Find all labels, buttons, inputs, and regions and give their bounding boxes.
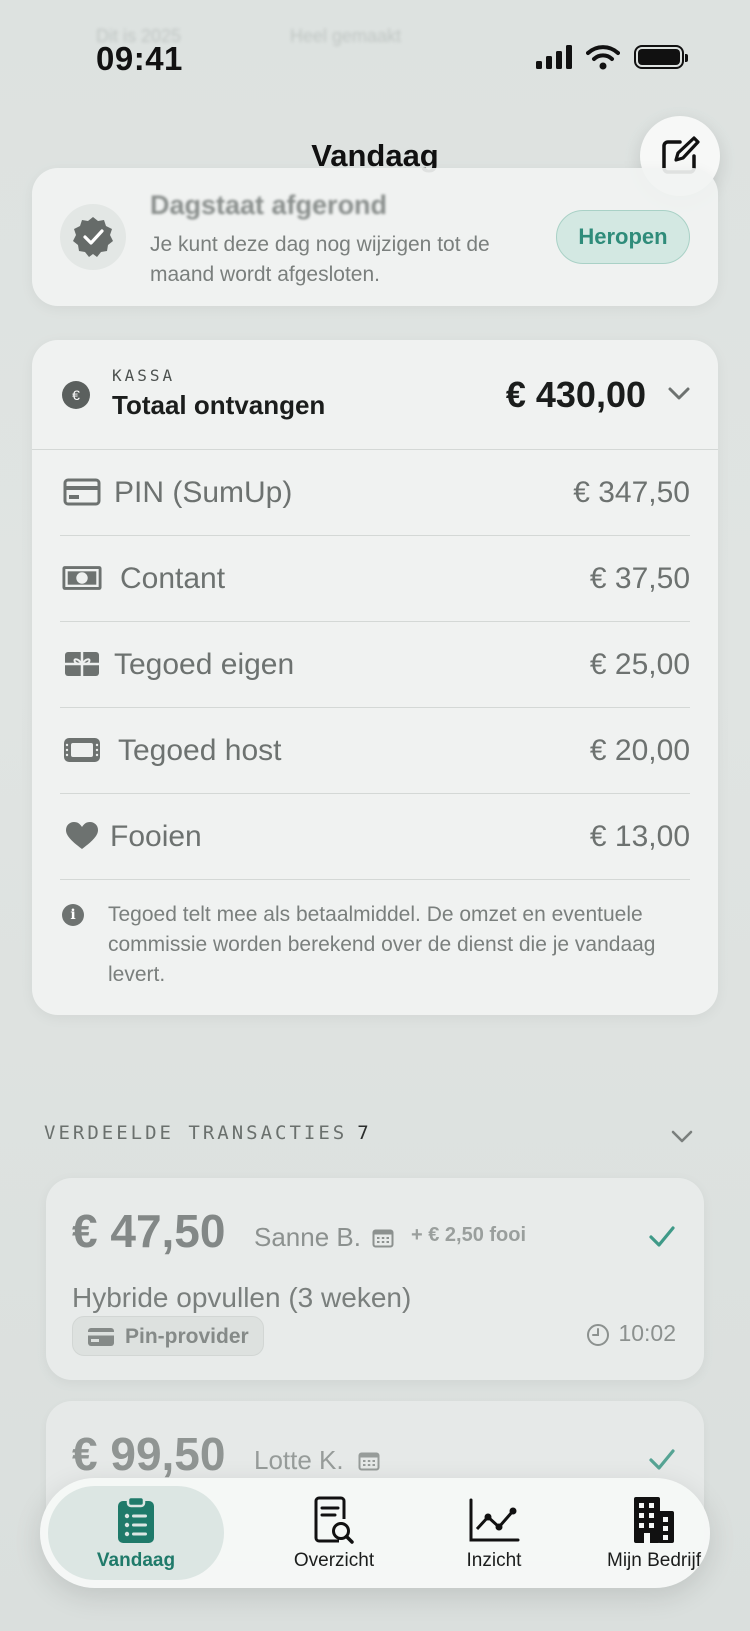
- calendar-icon: [358, 1452, 380, 1471]
- cash-note-text: Tegoed telt mee als betaalmiddel. De omz…: [108, 903, 656, 986]
- chevron-down-icon[interactable]: [670, 1124, 694, 1148]
- info-icon: i: [62, 904, 84, 926]
- status-bar: Dit is 2025 Heel gemaakt 09:41: [0, 0, 750, 110]
- cash-header[interactable]: € KASSA Totaal ontvangen € 430,00: [32, 340, 718, 450]
- payment-label: Contant: [120, 562, 226, 595]
- cash-label: Totaal ontvangen: [112, 390, 326, 420]
- gift-card-icon: [62, 648, 102, 680]
- transactions-heading[interactable]: VERDEELDE TRANSACTIES 7: [44, 1122, 372, 1144]
- wifi-icon: [586, 45, 620, 70]
- payment-amount: € 20,00: [589, 734, 690, 767]
- payment-amount: € 37,50: [589, 562, 690, 595]
- payment-label: PIN (SumUp): [114, 476, 293, 509]
- transaction-time: 10:02: [586, 1320, 676, 1347]
- tab-inzicht[interactable]: Inzicht: [414, 1478, 574, 1588]
- tab-vandaag[interactable]: Vandaag: [48, 1486, 224, 1580]
- cash-card: € KASSA Totaal ontvangen € 430,00 PIN (S…: [32, 340, 718, 1015]
- signal-icon: [536, 45, 572, 69]
- tab-label: Mijn Bedrijf: [607, 1550, 701, 1571]
- transaction-card[interactable]: € 47,50 Sanne B. + € 2,50 fooi Hybride o…: [46, 1178, 704, 1380]
- euro-icon: €: [62, 381, 90, 409]
- day-status-subtitle: Je kunt deze dag nog wijzigen tot de maa…: [150, 233, 490, 286]
- banknote-icon: [62, 562, 102, 594]
- cash-total: € 430,00: [505, 374, 646, 415]
- transaction-description: Hybride opvullen (3 weken): [72, 1282, 412, 1313]
- tab-label: Inzicht: [466, 1550, 522, 1571]
- document-search-icon: [313, 1494, 355, 1546]
- clock-icon: [587, 1323, 610, 1346]
- payment-method-chip: Pin-provider: [72, 1316, 264, 1356]
- payment-row-credit-own: Tegoed eigen € 25,00: [60, 622, 690, 708]
- transaction-customer: Lotte K.: [254, 1445, 344, 1475]
- transactions-count: 7: [357, 1122, 372, 1144]
- day-status-card: Dagstaat afgerond Je kunt deze dag nog w…: [32, 168, 718, 306]
- transaction-amount: € 99,50: [72, 1428, 226, 1480]
- calendar-icon: [372, 1229, 394, 1248]
- tab-bar: Vandaag Overzicht Inzicht Mijn Bedrijf: [40, 1478, 710, 1588]
- line-chart-icon: [468, 1494, 520, 1546]
- payment-label: Tegoed eigen: [114, 648, 295, 681]
- clipboard-list-icon: [116, 1494, 156, 1546]
- check-icon: [649, 1449, 675, 1470]
- payment-row-cash: Contant € 37,50: [60, 536, 690, 622]
- battery-icon: [634, 45, 688, 69]
- verified-seal-icon: [60, 204, 126, 270]
- tab-overzicht[interactable]: Overzicht: [254, 1478, 414, 1588]
- tab-label: Overzicht: [293, 1550, 375, 1571]
- payment-amount: € 25,00: [589, 648, 690, 681]
- payment-amount: € 347,50: [573, 476, 690, 509]
- transaction-tip: + € 2,50 fooi: [411, 1224, 527, 1246]
- heart-icon: [62, 820, 102, 852]
- transaction-time-label: 10:02: [618, 1320, 676, 1346]
- building-icon: [632, 1494, 676, 1546]
- day-status-title: Dagstaat afgerond: [150, 190, 388, 220]
- payment-method-label: Pin-provider: [125, 1325, 249, 1348]
- reopen-button[interactable]: Heropen: [556, 210, 690, 264]
- chevron-down-icon[interactable]: [666, 380, 692, 406]
- screen: Dit is 2025 Heel gemaakt 09:41 Vandaag D…: [0, 0, 750, 1631]
- card-icon: [62, 476, 102, 508]
- status-ghost-right: Heel gemaakt: [290, 26, 402, 46]
- card-icon: [88, 1328, 114, 1346]
- transactions-heading-label: VERDEELDE TRANSACTIES: [44, 1122, 348, 1144]
- transaction-amount: € 47,50: [72, 1205, 226, 1257]
- status-icons: [536, 44, 688, 70]
- payment-row-tips: Fooien € 13,00: [60, 794, 690, 880]
- check-icon: [649, 1226, 675, 1247]
- transaction-customer: Sanne B.: [254, 1222, 361, 1252]
- payment-amount: € 13,00: [589, 820, 690, 853]
- payment-row-pin: PIN (SumUp) € 347,50: [60, 450, 690, 536]
- payment-label: Fooien: [110, 820, 202, 853]
- status-time: 09:41: [96, 40, 183, 77]
- tab-label: Vandaag: [96, 1550, 176, 1571]
- payment-label: Tegoed host: [118, 734, 282, 767]
- payment-row-credit-host: Tegoed host € 20,00: [60, 708, 690, 794]
- voucher-icon: [62, 734, 102, 766]
- cash-kicker: KASSA: [112, 366, 176, 385]
- tab-mijn-bedrijf[interactable]: Mijn Bedrijf: [574, 1478, 734, 1588]
